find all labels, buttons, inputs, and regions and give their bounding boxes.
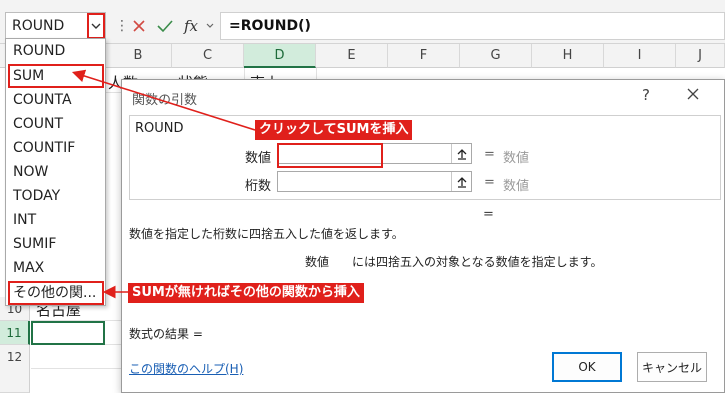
dialog-title: 関数の引数: [132, 93, 198, 108]
highlight-box: [277, 143, 383, 168]
dropdown-item-max[interactable]: MAX: [8, 256, 104, 280]
enter-icon[interactable]: [154, 15, 176, 37]
arg-label-digits: 桁数: [245, 179, 272, 194]
active-cell[interactable]: [31, 321, 105, 345]
arg-description: には四捨五入の対象となる数値を指定します。: [352, 255, 603, 269]
column-header-g[interactable]: G: [460, 44, 532, 68]
formula-buttons: fx: [128, 13, 214, 39]
formula-text: =ROUND(): [229, 18, 311, 34]
formula-input[interactable]: =ROUND(): [220, 12, 725, 40]
column-header-d[interactable]: D: [244, 44, 316, 68]
dropdown-item-now[interactable]: NOW: [8, 160, 104, 184]
function-result-equals: =: [483, 207, 494, 222]
dropdown-item-int[interactable]: INT: [8, 208, 104, 232]
ok-button[interactable]: OK: [552, 352, 622, 382]
collapse-dialog-icon[interactable]: [451, 172, 471, 191]
arg-description-label: 数値: [305, 255, 330, 269]
dropdown-item-counta[interactable]: COUNTA: [8, 88, 104, 112]
formula-result: 数式の結果 =: [129, 327, 203, 341]
dropdown-item-sumif[interactable]: SUMIF: [8, 232, 104, 256]
arg-label-number: 数値: [245, 151, 272, 166]
arg-input-digits[interactable]: [277, 171, 472, 192]
column-header-h[interactable]: H: [532, 44, 604, 68]
arg-equals: =: [484, 147, 495, 162]
function-name: ROUND: [135, 121, 184, 136]
dropdown-item-countif[interactable]: COUNTIF: [8, 136, 104, 160]
chevron-down-icon: [91, 23, 101, 29]
dropdown-item-more-functions[interactable]: その他の関...: [8, 281, 104, 305]
collapse-dialog-icon[interactable]: [451, 144, 471, 163]
help-link[interactable]: この関数のヘルプ(H): [129, 360, 243, 377]
column-header-e[interactable]: E: [316, 44, 388, 68]
column-header-j[interactable]: J: [676, 44, 725, 68]
function-arguments-dialog: 関数の引数 ? ROUND 数値 = 数値 桁数 = 数値 = 数値を指定した桁…: [121, 79, 725, 393]
arg-equals: =: [484, 175, 495, 190]
arg-value-digits: 数値: [503, 179, 530, 194]
function-description: 数値を指定した桁数に四捨五入した値を返します。: [129, 227, 404, 241]
chevron-down-icon: [206, 23, 214, 28]
row-header-11[interactable]: 11: [0, 321, 30, 345]
column-header-i[interactable]: I: [604, 44, 676, 68]
column-header-c[interactable]: C: [172, 44, 244, 68]
row-header-12[interactable]: 12: [0, 345, 30, 393]
callout-click-sum: クリックしてSUMを挿入: [255, 120, 413, 140]
arg-value-number: 数値: [503, 151, 530, 166]
column-header-b[interactable]: B: [105, 44, 172, 68]
cancel-icon[interactable]: [128, 15, 150, 37]
insert-function-button[interactable]: fx: [180, 15, 202, 37]
dropdown-item-today[interactable]: TODAY: [8, 184, 104, 208]
name-box[interactable]: ROUND: [5, 12, 106, 40]
name-box-value: ROUND: [12, 18, 65, 34]
cancel-button[interactable]: キャンセル: [637, 352, 707, 382]
dropdown-item-round[interactable]: ROUND: [8, 39, 104, 63]
column-header-f[interactable]: F: [388, 44, 460, 68]
function-dropdown: ROUND SUM COUNTA COUNT COUNTIF NOW TODAY…: [5, 38, 106, 306]
formula-bar-separator: ⋮: [115, 18, 129, 34]
name-box-dropdown-button[interactable]: [87, 13, 105, 39]
dropdown-item-count[interactable]: COUNT: [8, 112, 104, 136]
help-icon[interactable]: ?: [642, 86, 650, 104]
callout-no-sum: SUMが無ければその他の関数から挿入: [128, 283, 364, 303]
formula-bar-area: ROUND ⋮ fx =ROUND(): [0, 0, 725, 44]
close-icon[interactable]: [687, 88, 699, 104]
dropdown-item-sum[interactable]: SUM: [8, 64, 104, 88]
